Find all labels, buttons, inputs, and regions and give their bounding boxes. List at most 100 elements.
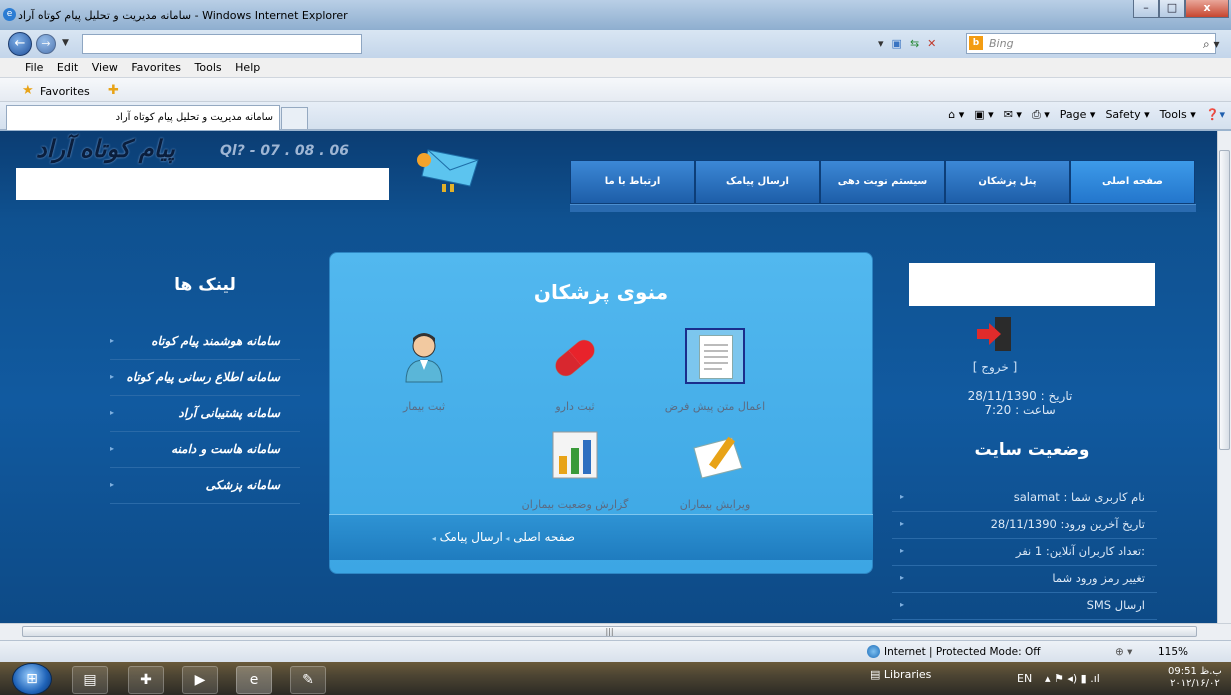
nav-contact[interactable]: ارتباط با ما — [570, 160, 695, 204]
new-tab-button[interactable] — [281, 107, 308, 129]
window-title: سامانه مدیریت و تحلیل پیام کوتاه آراد - … — [18, 9, 348, 22]
address-input[interactable] — [82, 34, 362, 54]
date-time: تاریخ : 28/11/1390 ساعت : 7:20 — [955, 389, 1085, 417]
tray-icons[interactable]: ▴ ⚑ ◂) ▮ .ıl — [1045, 672, 1100, 685]
envelope-mascot-icon — [417, 149, 479, 192]
help-icon[interactable]: ❓▾ — [1206, 108, 1225, 122]
clock[interactable]: 09:51 ب.ظ ۲۰۱۲/۱۶/۰۲ — [1168, 666, 1222, 690]
panel-title: منوی پزشکان — [533, 280, 669, 304]
bullet-icon: ▸ — [110, 444, 115, 453]
menu-favorites[interactable]: Favorites — [126, 58, 186, 74]
patient-report-label[interactable]: گزارش وضعیت بیماران — [505, 498, 645, 511]
site-phone: Ql? - 07 . 08 . 06 — [220, 143, 349, 159]
vertical-scroll-thumb[interactable] — [1219, 150, 1230, 450]
pill-icon[interactable] — [545, 330, 605, 386]
status-username: نام کاربری شما : salamat — [1013, 490, 1145, 504]
send-sms-link[interactable]: ارسال SMS — [1087, 598, 1145, 612]
search-input[interactable]: Bing — [966, 33, 1216, 54]
network-icon[interactable]: ✚ — [128, 666, 164, 694]
report-chart-icon[interactable] — [545, 428, 605, 484]
back-icon[interactable]: ← — [8, 32, 32, 56]
menu-file[interactable]: File — [20, 58, 48, 74]
horizontal-scroll-thumb[interactable]: ||| — [22, 626, 1197, 637]
compatibility-icon[interactable]: ▣ — [892, 37, 902, 50]
browser-tab[interactable]: سامانه مدیریت و تحلیل پیام کوتاه آراد — [6, 105, 280, 130]
bullet-icon: ▸ — [900, 492, 905, 501]
start-button[interactable]: ⊞ — [12, 663, 52, 695]
stop-icon[interactable]: ✕ — [927, 37, 936, 50]
bottom-link-sms[interactable]: ارسال پیامک — [440, 530, 503, 544]
explorer-icon[interactable]: ▤ — [72, 666, 108, 694]
bottom-link-home[interactable]: صفحه اصلی — [513, 530, 575, 544]
bullet-icon: ▸ — [900, 546, 905, 555]
link-label: سامانه هوشمند پیام کوتاه — [151, 334, 280, 348]
nav-strip — [570, 204, 1196, 212]
language-indicator[interactable]: EN — [1017, 672, 1032, 685]
nav-doctor-panel[interactable]: پنل پزشکان — [945, 160, 1070, 204]
feeds-icon[interactable]: ▣ ▾ — [974, 108, 993, 122]
doctor-icon[interactable] — [394, 330, 454, 386]
edit-patients-label[interactable]: ویرایش بیماران — [660, 498, 770, 511]
default-text-label[interactable]: اعمال متن پیش فرض — [655, 400, 775, 413]
minimize-button[interactable]: – — [1133, 0, 1159, 18]
favorites-button[interactable]: Favorites — [40, 85, 90, 98]
bullet-icon: ▸ — [900, 600, 905, 609]
paint-icon[interactable]: ✎ — [290, 666, 326, 694]
page-menu[interactable]: Page ▾ — [1060, 108, 1096, 122]
add-favorite-icon[interactable]: ✚ — [108, 83, 119, 98]
window-controls: – □ x — [1133, 0, 1229, 18]
home-icon[interactable]: ⌂ ▾ — [948, 108, 964, 122]
forward-icon[interactable]: → — [36, 34, 56, 54]
user-info-box — [909, 263, 1155, 306]
close-button[interactable]: x — [1185, 0, 1229, 18]
ie-logo-icon: e — [3, 8, 16, 21]
menu-help[interactable]: Help — [230, 58, 265, 74]
link-item[interactable]: ▸ سامانه اطلاع رسانی پیام کوتاه — [110, 360, 300, 396]
history-dropdown-icon[interactable]: ▼ — [62, 38, 69, 48]
internet-explorer-icon[interactable]: e — [236, 666, 272, 694]
bullet-icon: ◂ — [502, 534, 510, 543]
status-row: ▸ تاریخ آخرین ورود: 28/11/1390 — [892, 513, 1157, 539]
safety-menu[interactable]: Safety ▾ — [1105, 108, 1149, 122]
dropdown-icon[interactable]: ▾ — [878, 37, 884, 50]
bullet-icon: ▸ — [900, 519, 905, 528]
maximize-button[interactable]: □ — [1159, 0, 1185, 18]
menu-view[interactable]: View — [87, 58, 123, 74]
current-time: ساعت : 7:20 — [984, 403, 1056, 417]
link-item[interactable]: ▸ سامانه هاست و دامنه — [110, 432, 300, 468]
link-item[interactable]: ▸ سامانه هوشمند پیام کوتاه — [110, 324, 300, 360]
favorites-bar — [0, 78, 1231, 102]
register-drug-label[interactable]: ثبت دارو — [535, 400, 615, 413]
register-patient-label[interactable]: ثبت بیمار — [394, 400, 454, 413]
nav-appointment[interactable]: سیستم نوبت دهی — [820, 160, 945, 204]
security-zone[interactable]: Internet | Protected Mode: Off — [884, 646, 1040, 658]
status-row[interactable]: ▸ تغییر رمز ورود شما — [892, 567, 1157, 593]
document-icon[interactable] — [685, 328, 745, 384]
current-date: تاریخ : 28/11/1390 — [967, 389, 1073, 403]
edit-icon[interactable] — [688, 428, 748, 484]
media-player-icon[interactable]: ▶ — [182, 666, 218, 694]
nav-send-sms[interactable]: ارسال پیامک — [695, 160, 820, 204]
change-password-link[interactable]: تغییر رمز ورود شما — [1052, 571, 1145, 585]
menu-tools[interactable]: Tools — [190, 58, 227, 74]
command-bar: ⌂ ▾ ▣ ▾ ✉ ▾ ⎙ ▾ Page ▾ Safety ▾ Tools ▾ … — [948, 108, 1225, 122]
status-row[interactable]: ▸ ارسال SMS — [892, 594, 1157, 620]
link-item[interactable]: ▸ سامانه پشتیبانی آراد — [110, 396, 300, 432]
tools-menu[interactable]: Tools ▾ — [1160, 108, 1196, 122]
refresh-icon[interactable]: ⇆ — [910, 37, 919, 50]
nav-home[interactable]: صفحه اصلی — [1070, 160, 1195, 204]
exit-door-icon[interactable] — [975, 315, 1017, 353]
menu-edit[interactable]: Edit — [52, 58, 83, 74]
zoom-level[interactable]: 115% — [1158, 646, 1188, 658]
search-icon[interactable]: ⌕ ▾ — [1203, 37, 1220, 52]
libraries-taskbar-item[interactable]: ▤ Libraries — [870, 668, 931, 681]
print-icon[interactable]: ⎙ ▾ — [1032, 108, 1050, 122]
bullet-icon: ▸ — [110, 408, 115, 417]
logout-link[interactable]: [ خروج ] — [955, 360, 1035, 374]
zoom-dropdown-icon[interactable]: ⊕ ▾ — [1115, 646, 1132, 658]
mail-icon[interactable]: ✉ ▾ — [1004, 108, 1022, 122]
status-bar — [0, 640, 1231, 662]
site-status-title: وضعیت سایت — [974, 440, 1090, 460]
link-item[interactable]: ▸ سامانه پزشکی — [110, 468, 300, 504]
favorites-star-icon: ★ — [22, 83, 34, 98]
